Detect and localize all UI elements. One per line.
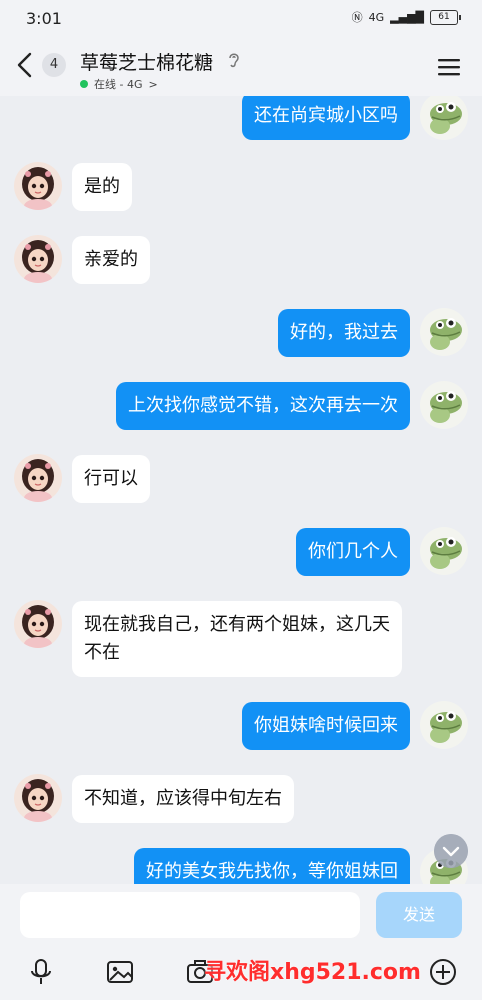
battery-icon: 61 [430,9,461,25]
contact-avatar[interactable] [14,235,62,283]
plus-icon[interactable] [429,958,457,986]
message-bubble-incoming[interactable]: 是的 [72,163,132,211]
scroll-to-bottom-button[interactable] [434,834,468,868]
menu-icon[interactable] [438,58,460,76]
contact-avatar[interactable] [14,600,62,648]
contact-avatar[interactable] [14,454,62,502]
message-bubble-incoming[interactable]: 现在就我自己，还有两个姐妹，这几天不在 [72,601,402,677]
message-bubble-incoming[interactable]: 行可以 [72,455,150,503]
self-avatar[interactable] [420,96,468,140]
self-avatar[interactable] [420,527,468,575]
message-bubble-outgoing[interactable]: 你姐妹啥时候回来 [242,702,410,750]
mic-icon[interactable] [27,958,55,986]
back-arrow-icon[interactable] [14,52,36,78]
message-bubble-outgoing[interactable]: 好的，我过去 [278,309,410,357]
ear-icon [229,53,239,68]
status-bar: 3:01 Ⓝ 4G ▂▄▆█ 61 [0,0,482,36]
message-bubble-outgoing[interactable]: 上次找你感觉不错，这次再去一次 [116,382,410,430]
status-time: 3:01 [26,9,62,28]
unread-count-badge[interactable]: 4 [42,53,66,77]
online-status[interactable]: 在线 - 4G > [80,76,158,92]
contact-avatar[interactable] [14,162,62,210]
self-avatar[interactable] [420,381,468,429]
online-dot [80,80,88,88]
status-icons: Ⓝ 4G ▂▄▆█ 61 [351,9,461,25]
watermark-text: 寻欢阁xhg521.com [204,960,421,985]
input-bar: 发送 寻欢阁xhg521.com [0,884,482,1000]
signal-icon: ▂▄▆█ [390,10,424,24]
network-label: 4G [368,10,385,24]
image-icon[interactable] [106,958,134,986]
nfc-icon: Ⓝ [351,11,363,24]
message-bubble-outgoing[interactable]: 你们几个人 [296,528,410,576]
online-status-text: 在线 - 4G [94,78,143,91]
message-bubble-incoming[interactable]: 不知道，应该得中旬左右 [72,775,294,823]
message-input[interactable] [20,892,360,938]
message-bubble-incoming[interactable]: 亲爱的 [72,236,150,284]
contact-avatar[interactable] [14,774,62,822]
chevron-right-icon: > [148,77,158,91]
self-avatar[interactable] [420,701,468,749]
send-button[interactable]: 发送 [376,892,462,938]
message-bubble-outgoing[interactable]: 好的美女我先找你，等你姐妹回 [134,848,410,884]
message-list[interactable]: 还在尚宾城小区吗 是的 亲爱的 好的，我过去 上次找你感觉不错，这次再去一次 行… [0,96,482,884]
chat-header: 4 草莓芝士棉花糖 在线 - 4G > [0,36,482,96]
message-bubble-outgoing[interactable]: 还在尚宾城小区吗 [242,96,410,140]
contact-name[interactable]: 草莓芝士棉花糖 [80,48,213,75]
self-avatar[interactable] [420,308,468,356]
